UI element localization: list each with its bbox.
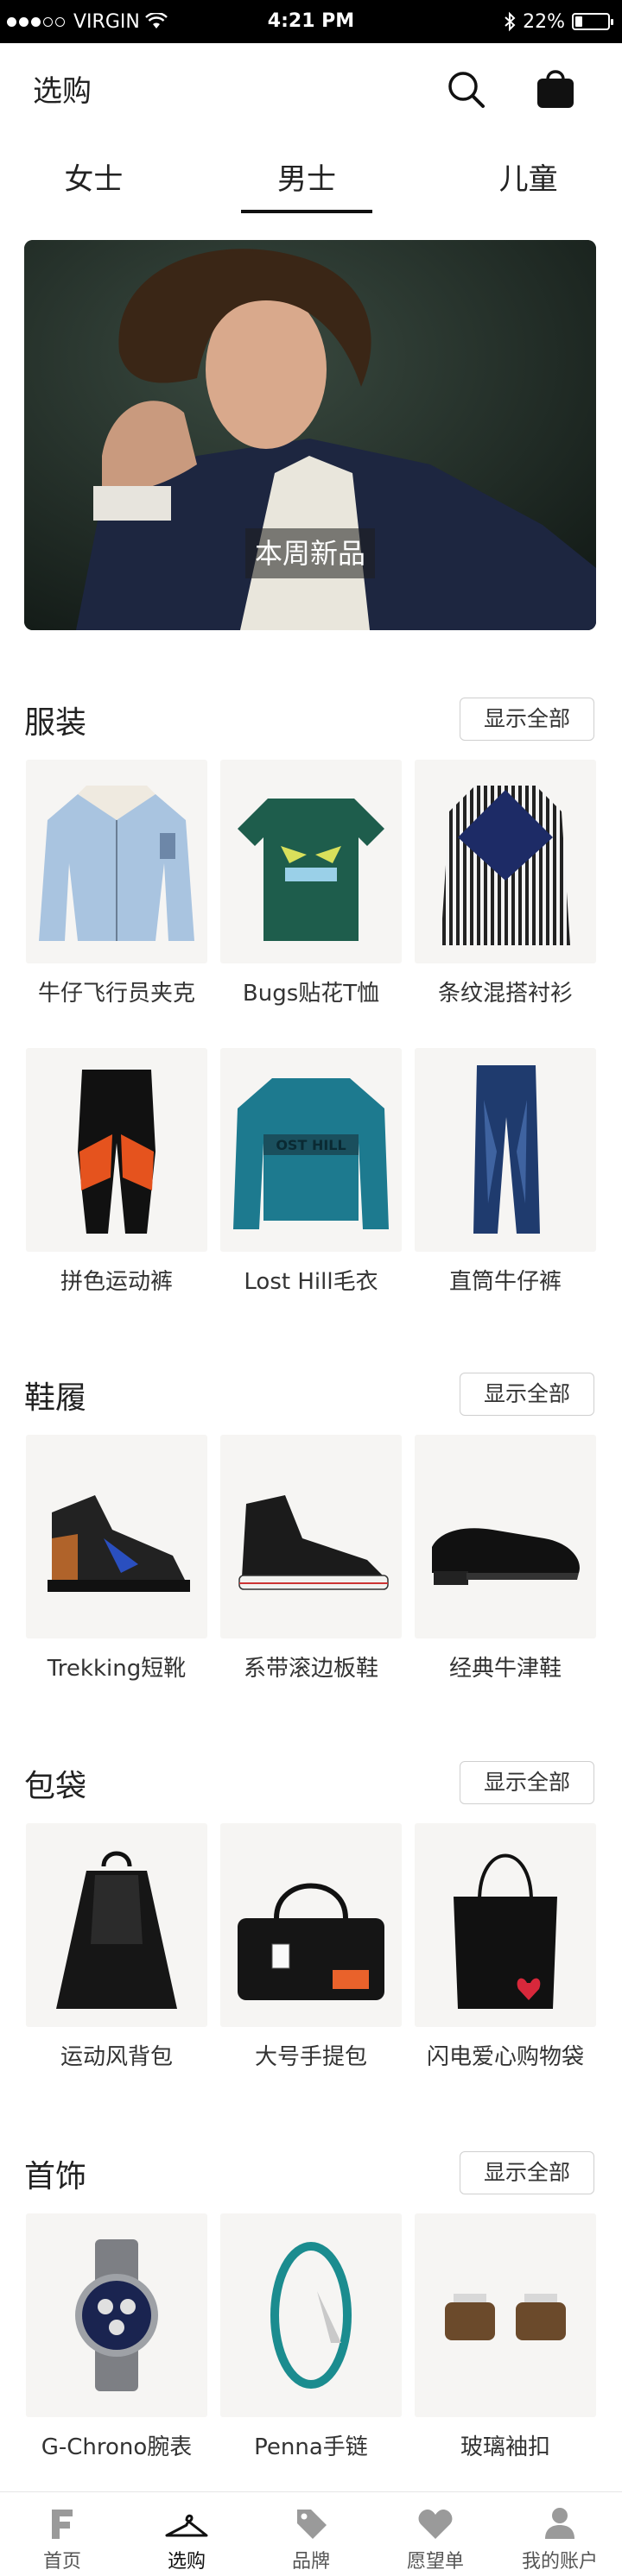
product-name: 直筒牛仔裤 (448, 1269, 562, 1295)
tab-label: 女士 (64, 162, 124, 197)
product-name: Trekking短靴 (47, 1656, 187, 1682)
product-image (415, 2213, 596, 2417)
tab-kids[interactable]: 儿童 (400, 138, 622, 220)
product-name: Lost Hill毛衣 (244, 1269, 378, 1295)
status-right: 22% (504, 0, 613, 43)
product-name: 系带滚边板鞋 (243, 1656, 378, 1682)
product-image (26, 1435, 207, 1638)
product-image: OST HILL (220, 1048, 402, 1252)
product-name: 经典牛津鞋 (448, 1656, 562, 1682)
tab-women[interactable]: 女士 (0, 138, 213, 220)
product-name: 拼色运动裤 (60, 1269, 173, 1295)
shopping-bag-button[interactable] (534, 66, 577, 110)
product-name: Penna手链 (254, 2434, 368, 2460)
show-all-button[interactable]: 显示全部 (460, 1373, 594, 1416)
tab-men[interactable]: 男士 (213, 138, 401, 220)
show-all-button[interactable]: 显示全部 (460, 1761, 594, 1804)
status-bar: VIRGIN 4:21 PM 22% (0, 0, 622, 43)
product-card[interactable]: 牛仔飞行员夹克 (26, 760, 207, 1007)
product-card[interactable]: 玻璃袖扣 (415, 2213, 596, 2461)
product-image (26, 760, 207, 963)
product-image (26, 2213, 207, 2417)
product-name: 条纹混搭衬衫 (437, 981, 573, 1007)
product-card[interactable]: 运动风背包 (26, 1823, 207, 2071)
nav-home[interactable]: 首页 (0, 2492, 124, 2576)
nav-label: 愿望单 (406, 2551, 464, 2573)
product-image (26, 1048, 207, 1252)
user-icon (545, 2508, 574, 2539)
tab-label: 男士 (277, 162, 336, 197)
header: 选购 (0, 43, 622, 129)
tab-label: 儿童 (498, 162, 558, 197)
nav-brands[interactable]: 品牌 (249, 2492, 373, 2576)
battery-icon (572, 13, 613, 30)
product-image (415, 1435, 596, 1638)
product-card[interactable]: Trekking短靴 (26, 1435, 207, 1683)
section-title: 首饰 (24, 2159, 87, 2194)
section-title: 包袋 (24, 1769, 87, 1804)
hanger-icon (165, 2514, 208, 2537)
hero-banner[interactable]: 本周新品 (24, 240, 596, 630)
nav-label: 品牌 (291, 2551, 330, 2573)
product-name: 运动风背包 (60, 2044, 173, 2070)
product-image (220, 2213, 402, 2417)
product-image (220, 1823, 402, 2027)
heart-icon (418, 2510, 453, 2539)
product-card[interactable]: Bugs贴花T恤 (220, 760, 402, 1007)
shopping-bag-icon (537, 70, 574, 108)
nav-shop[interactable]: 选购 (124, 2492, 249, 2576)
nav-label: 我的账户 (521, 2551, 598, 2573)
page-title: 选购 (33, 74, 92, 109)
product-name: 玻璃袖扣 (460, 2434, 550, 2460)
home-f-icon (52, 2510, 73, 2539)
product-image (415, 1823, 596, 2027)
hero-label: 本周新品 (245, 528, 375, 578)
battery-percent: 22% (523, 10, 565, 33)
nav-label: 选购 (167, 2551, 206, 2573)
show-all-button[interactable]: 显示全部 (460, 698, 594, 741)
show-all-button[interactable]: 显示全部 (460, 2151, 594, 2194)
product-image (415, 1048, 596, 1252)
product-card[interactable]: G-Chrono腕表 (26, 2213, 207, 2461)
search-icon (448, 72, 485, 108)
tag-icon (297, 2510, 327, 2539)
product-card[interactable]: 大号手提包 (220, 1823, 402, 2071)
product-image (220, 1435, 402, 1638)
product-card[interactable]: 条纹混搭衬衫 (415, 760, 596, 1007)
product-card[interactable]: 拼色运动裤 (26, 1048, 207, 1296)
product-name: 牛仔飞行员夹克 (37, 981, 195, 1007)
product-name: Bugs贴花T恤 (242, 981, 380, 1007)
section-title: 鞋履 (24, 1380, 87, 1416)
product-card[interactable]: OST HILL Lost Hill毛衣 (220, 1048, 402, 1296)
nav-label: 首页 (42, 2551, 81, 2573)
product-image (26, 1823, 207, 2027)
bottom-nav: 首页 选购 品牌 愿望单 我的账户 (0, 2491, 622, 2576)
product-image (415, 760, 596, 963)
product-card[interactable]: 闪电爱心购物袋 (415, 1823, 596, 2071)
product-card[interactable]: 经典牛津鞋 (415, 1435, 596, 1683)
product-name: 闪电爱心购物袋 (426, 2044, 584, 2070)
search-button[interactable] (446, 69, 487, 110)
nav-wishlist[interactable]: 愿望单 (373, 2492, 498, 2576)
product-image (220, 760, 402, 963)
product-card[interactable]: 直筒牛仔裤 (415, 1048, 596, 1296)
product-card[interactable]: Penna手链 (220, 2213, 402, 2461)
product-card[interactable]: 系带滚边板鞋 (220, 1435, 402, 1683)
section-title: 服装 (24, 705, 87, 741)
product-name: 大号手提包 (254, 2044, 367, 2070)
category-tabs: 女士 男士 儿童 (0, 138, 622, 220)
bluetooth-icon (505, 11, 516, 32)
nav-account[interactable]: 我的账户 (498, 2492, 622, 2576)
svg-text:OST HILL: OST HILL (276, 1137, 346, 1153)
product-name: G-Chrono腕表 (41, 2434, 193, 2460)
